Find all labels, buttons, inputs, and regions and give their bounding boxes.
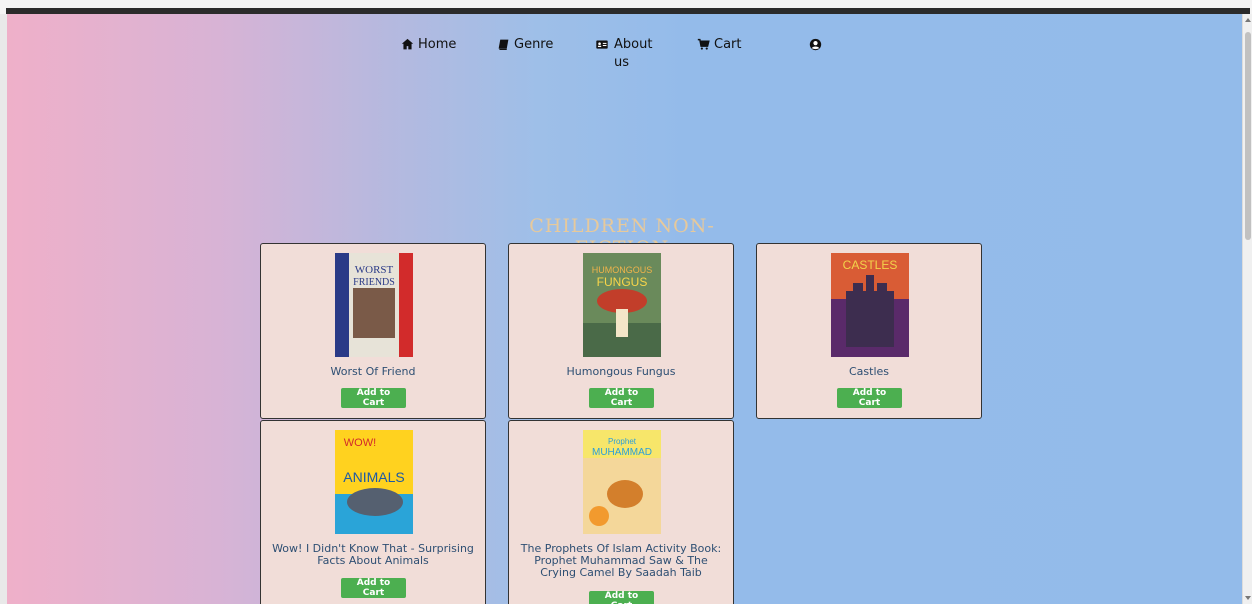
nav-about[interactable]: About us (594, 36, 653, 72)
svg-text:CASTLES: CASTLES (843, 258, 898, 272)
user-circle-icon (809, 38, 822, 51)
book-title: Humongous Fungus (566, 365, 676, 378)
nav-home-label: Home (418, 37, 457, 52)
id-card-icon (596, 40, 608, 49)
cart-icon (697, 38, 710, 50)
add-to-cart-button[interactable]: Add to Cart (341, 388, 406, 408)
vertical-scrollbar[interactable] (1242, 14, 1252, 604)
nav-genre[interactable]: Genre (497, 36, 553, 53)
home-icon (401, 38, 414, 50)
add-to-cart-button[interactable]: Add to Cart (589, 388, 654, 408)
nav-home[interactable]: Home (401, 36, 456, 53)
scroll-up-arrow-icon[interactable] (1245, 18, 1251, 22)
svg-text:WORST: WORST (355, 264, 394, 276)
book-card: CASTLES Castles Add to Cart (756, 243, 982, 419)
svg-text:HUMONGOUS: HUMONGOUS (592, 265, 653, 275)
nav-account[interactable] (809, 36, 822, 51)
nav-cart-label: Cart (714, 37, 742, 52)
book-title: Worst Of Friend (330, 365, 416, 378)
svg-text:MUHAMMAD: MUHAMMAD (592, 447, 652, 458)
svg-text:FUNGUS: FUNGUS (597, 275, 648, 289)
book-title: Wow! I Didn't Know That - Surprising Fac… (272, 542, 474, 567)
svg-text:Prophet: Prophet (608, 437, 637, 446)
window-left-edge (0, 14, 7, 604)
scroll-down-arrow-icon[interactable] (1245, 596, 1251, 600)
book-title: The Prophets Of Islam Activity Book: Pro… (520, 542, 722, 579)
book-icon (498, 39, 509, 50)
scroll-thumb[interactable] (1245, 32, 1251, 240)
book-cover-image[interactable]: WOW! ANIMALS (335, 430, 413, 534)
book-card: WOW! ANIMALS Wow! I Didn't Know That - S… (260, 420, 486, 604)
book-cover-image[interactable]: WORST FRIENDS (335, 253, 413, 357)
book-cover-image[interactable]: CASTLES (831, 253, 909, 357)
book-cover-image[interactable]: HUMONGOUS FUNGUS (583, 253, 661, 357)
nav-cart[interactable]: Cart (697, 36, 742, 53)
nav-about-label: About us (614, 37, 653, 70)
add-to-cart-button[interactable]: Add to Cart (341, 578, 406, 598)
book-cover-image[interactable]: Prophet MUHAMMAD (583, 430, 661, 534)
svg-text:WOW!: WOW! (344, 437, 376, 449)
nav-genre-label: Genre (514, 37, 554, 52)
book-card: HUMONGOUS FUNGUS Humongous Fungus Add to… (508, 243, 734, 419)
svg-text:ANIMALS: ANIMALS (343, 469, 404, 485)
add-to-cart-button[interactable]: Add to Cart (589, 591, 654, 604)
book-title: Castles (848, 365, 890, 378)
page-viewport: Home Genre About us Cart CHILDREN NON- W… (7, 14, 1242, 604)
book-card: WORST FRIENDS Worst Of Friend Add to Car… (260, 243, 486, 419)
svg-text:FRIENDS: FRIENDS (353, 277, 395, 288)
book-card: Prophet MUHAMMAD The Prophets Of Islam A… (508, 420, 734, 604)
add-to-cart-button[interactable]: Add to Cart (837, 388, 902, 408)
